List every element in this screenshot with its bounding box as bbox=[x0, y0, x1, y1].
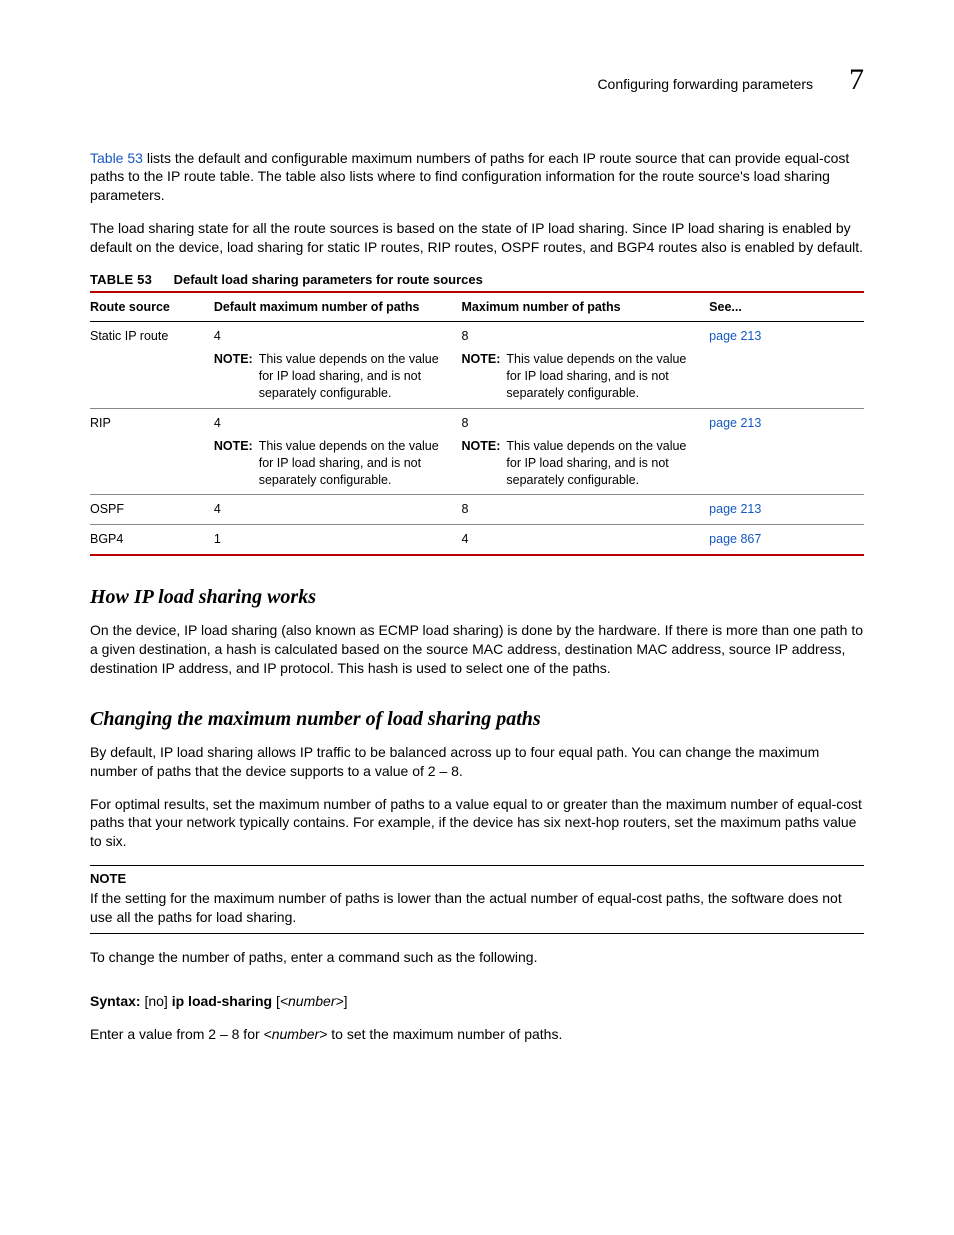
cell-default-note: NOTE:This value depends on the value for… bbox=[214, 438, 462, 495]
note-text: This value depends on the value for IP l… bbox=[506, 351, 701, 402]
cell-route-source: Static IP route bbox=[90, 322, 214, 351]
cell-default: 4 bbox=[214, 495, 462, 525]
syntax-pre: [no] bbox=[141, 993, 172, 1009]
cell-route-source: OSPF bbox=[90, 495, 214, 525]
col-default-max: Default maximum number of paths bbox=[214, 292, 462, 322]
syntax-variable: <number> bbox=[280, 993, 344, 1009]
cell-default: 1 bbox=[214, 525, 462, 555]
table-row: OSPF48page 213 bbox=[90, 495, 864, 525]
note-text: This value depends on the value for IP l… bbox=[506, 438, 701, 489]
table-row: BGP414page 867 bbox=[90, 525, 864, 555]
intro-paragraph-2: The load sharing state for all the route… bbox=[90, 219, 864, 257]
table-caption-text: Default load sharing parameters for rout… bbox=[174, 272, 483, 287]
table-row-note: NOTE:This value depends on the value for… bbox=[90, 351, 864, 408]
note-heading: NOTE bbox=[90, 870, 864, 888]
cell-see: page 213 bbox=[709, 322, 864, 351]
cell-max: 4 bbox=[462, 525, 710, 555]
syntax-command: ip load-sharing bbox=[172, 993, 272, 1009]
table-label: TABLE 53 bbox=[90, 272, 152, 287]
section2-paragraph-1: By default, IP load sharing allows IP tr… bbox=[90, 743, 864, 781]
section2-paragraph-2: For optimal results, set the maximum num… bbox=[90, 795, 864, 852]
para4-pre: Enter a value from 2 – 8 for bbox=[90, 1026, 264, 1042]
cell-route-source: RIP bbox=[90, 408, 214, 437]
cell-see: page 867 bbox=[709, 525, 864, 555]
header-title: Configuring forwarding parameters bbox=[597, 75, 813, 94]
table-row: RIP48page 213 bbox=[90, 408, 864, 437]
table-53: Route source Default maximum number of p… bbox=[90, 291, 864, 557]
syntax-end: ] bbox=[344, 993, 348, 1009]
table-row: Static IP route48page 213 bbox=[90, 322, 864, 351]
cell-default-note: NOTE:This value depends on the value for… bbox=[214, 351, 462, 408]
col-max: Maximum number of paths bbox=[462, 292, 710, 322]
cell-max-note: NOTE:This value depends on the value for… bbox=[462, 438, 710, 495]
page-link[interactable]: page 213 bbox=[709, 502, 761, 516]
section-heading-how-works: How IP load sharing works bbox=[90, 584, 864, 611]
table-caption: TABLE 53 Default load sharing parameters… bbox=[90, 271, 864, 289]
table-53-link[interactable]: Table 53 bbox=[90, 150, 143, 166]
cell-max-note: NOTE:This value depends on the value for… bbox=[462, 351, 710, 408]
page-link[interactable]: page 213 bbox=[709, 329, 761, 343]
intro-text-1: lists the default and configurable maxim… bbox=[90, 150, 849, 204]
cell-route-source: BGP4 bbox=[90, 525, 214, 555]
cell-max: 8 bbox=[462, 408, 710, 437]
cell-see: page 213 bbox=[709, 408, 864, 437]
note-text: This value depends on the value for IP l… bbox=[259, 438, 454, 489]
page-header: Configuring forwarding parameters 7 bbox=[90, 60, 864, 101]
note-label: NOTE: bbox=[462, 351, 501, 402]
section-heading-changing-max: Changing the maximum number of load shar… bbox=[90, 706, 864, 733]
col-route-source: Route source bbox=[90, 292, 214, 322]
cell-max: 8 bbox=[462, 322, 710, 351]
note-text: This value depends on the value for IP l… bbox=[259, 351, 454, 402]
col-see: See... bbox=[709, 292, 864, 322]
para4-post: to set the maximum number of paths. bbox=[327, 1026, 562, 1042]
table-header-row: Route source Default maximum number of p… bbox=[90, 292, 864, 322]
note-label: NOTE: bbox=[214, 438, 253, 489]
page-link[interactable]: page 867 bbox=[709, 532, 761, 546]
para4-variable: <number> bbox=[264, 1026, 328, 1042]
syntax-label: Syntax: bbox=[90, 993, 141, 1009]
section2-paragraph-4: Enter a value from 2 – 8 for <number> to… bbox=[90, 1025, 864, 1044]
syntax-line: Syntax: [no] ip load-sharing [<number>] bbox=[90, 992, 864, 1011]
note-label: NOTE: bbox=[214, 351, 253, 402]
page-link[interactable]: page 213 bbox=[709, 416, 761, 430]
syntax-post: [ bbox=[272, 993, 280, 1009]
cell-max: 8 bbox=[462, 495, 710, 525]
intro-paragraph-1: Table 53 lists the default and configura… bbox=[90, 149, 864, 206]
cell-see: page 213 bbox=[709, 495, 864, 525]
section1-paragraph: On the device, IP load sharing (also kno… bbox=[90, 621, 864, 678]
note-callout: NOTE If the setting for the maximum numb… bbox=[90, 865, 864, 933]
section2-paragraph-3: To change the number of paths, enter a c… bbox=[90, 948, 864, 967]
note-label: NOTE: bbox=[462, 438, 501, 489]
note-body: If the setting for the maximum number of… bbox=[90, 889, 864, 927]
cell-default: 4 bbox=[214, 322, 462, 351]
chapter-number: 7 bbox=[849, 60, 864, 101]
cell-default: 4 bbox=[214, 408, 462, 437]
table-row-note: NOTE:This value depends on the value for… bbox=[90, 438, 864, 495]
